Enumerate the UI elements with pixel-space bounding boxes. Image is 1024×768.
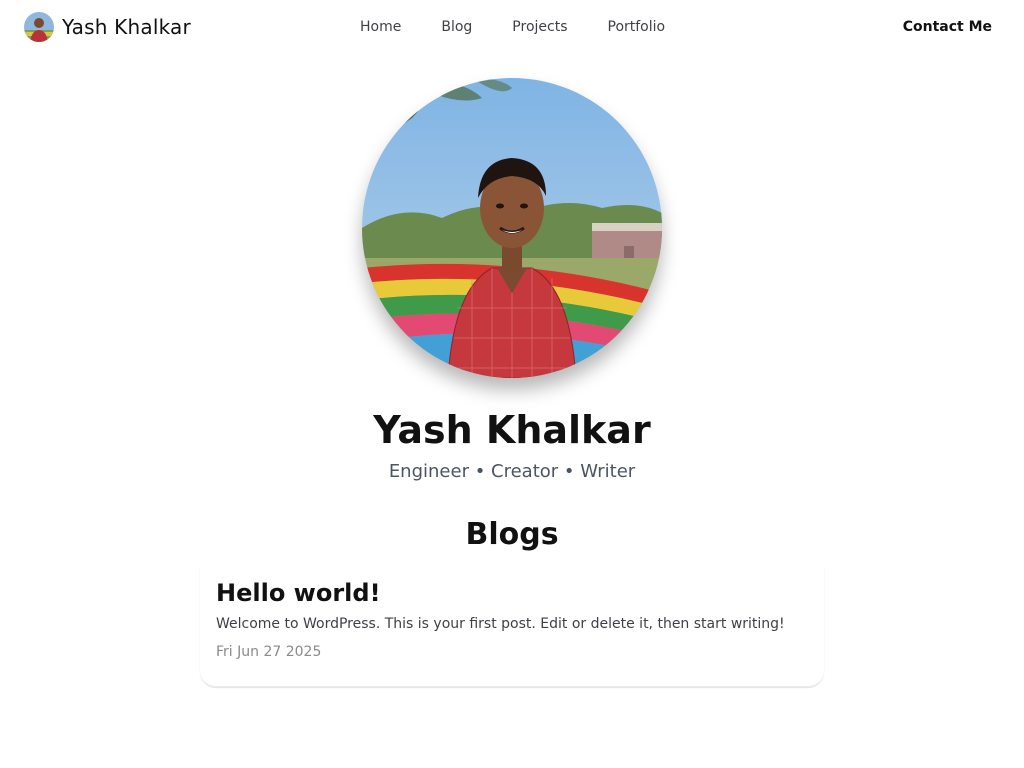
nav-links: Home Blog Projects Portfolio xyxy=(360,17,665,37)
nav-projects-link[interactable]: Projects xyxy=(512,17,567,37)
profile-photo xyxy=(362,78,662,378)
brand-name: Yash Khalkar xyxy=(62,15,191,39)
nav-home-link[interactable]: Home xyxy=(360,17,401,37)
top-nav: Yash Khalkar Home Blog Projects Portfoli… xyxy=(0,0,1024,54)
post-title[interactable]: Hello world! xyxy=(216,578,381,608)
post-date: Fri Jun 27 2025 xyxy=(216,644,322,660)
avatar-icon xyxy=(24,12,54,42)
contact-me-link[interactable]: Contact Me xyxy=(903,17,992,37)
brand-link[interactable]: Yash Khalkar xyxy=(24,12,191,42)
blog-post-card[interactable]: Hello world! Welcome to WordPress. This … xyxy=(200,566,824,687)
nav-portfolio-link[interactable]: Portfolio xyxy=(608,17,666,37)
nav-blog-link[interactable]: Blog xyxy=(441,17,472,37)
post-excerpt: Welcome to WordPress. This is your first… xyxy=(216,616,785,632)
hero-tagline: Engineer • Creator • Writer xyxy=(388,461,636,482)
hero-name: Yash Khalkar xyxy=(373,408,651,452)
blogs-section-title: Blogs xyxy=(465,517,559,552)
